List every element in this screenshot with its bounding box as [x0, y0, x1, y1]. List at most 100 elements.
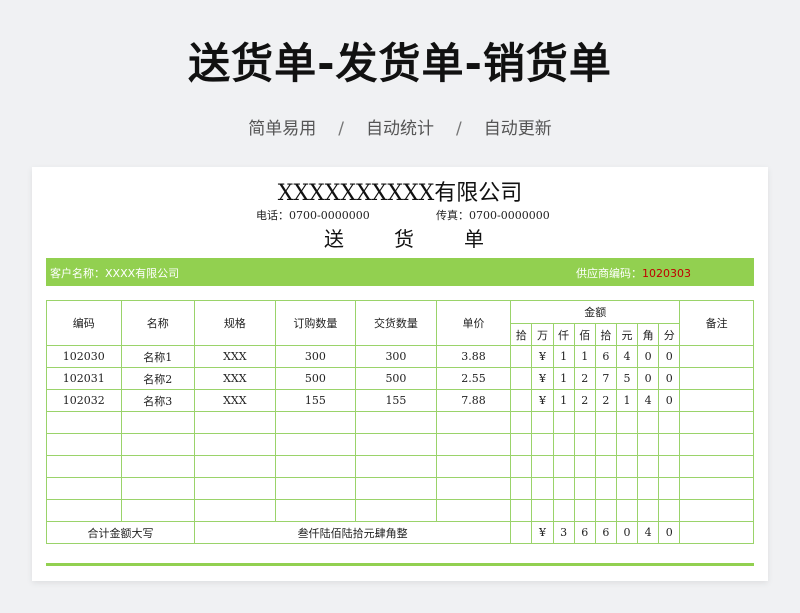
cell-spec: XXX: [194, 367, 276, 390]
cell-name: [120, 433, 196, 456]
cell-amount-digit: [594, 477, 617, 500]
amount-unit-header: 万: [531, 323, 554, 346]
cell-amount-digit: 1: [552, 345, 575, 368]
header-remark: 备注: [679, 300, 754, 346]
total-digit: [510, 521, 533, 544]
cell-amount-digit: [573, 499, 596, 522]
cell-amount-digit: 0: [658, 345, 681, 368]
cell-amount-digit: [531, 411, 554, 434]
cell-order-qty: [274, 411, 357, 434]
cell-deliver-qty: 500: [355, 367, 437, 390]
table-row: 102030 名称1 XXX 300 300 3.88 ¥1 1 6 4 0 0: [46, 345, 754, 368]
cell-spec: [194, 433, 276, 456]
delivery-table: 编码 名称 规格 订购数量 交货数量 单价 金额 备注 拾 万 仟 佰 拾 元 …: [45, 300, 754, 544]
cell-amount-digit: [573, 477, 596, 500]
cell-amount-digit: 6: [594, 345, 617, 368]
cell-deliver-qty: 155: [355, 389, 437, 412]
cell-amount-digit: [615, 411, 639, 434]
cell-code: 102030: [46, 345, 122, 368]
cell-price: [435, 411, 512, 434]
cell-amount-digit: [510, 411, 533, 434]
header-amount: 金额: [510, 300, 681, 324]
cell-amount-digit: 0: [637, 367, 660, 390]
header-deliver-qty: 交货数量: [355, 300, 437, 346]
table-row: 102031 名称2 XXX 500 500 2.55 ¥1 2 7 5 0 0: [46, 367, 754, 390]
amount-unit-header: 分: [658, 323, 681, 346]
page-title: 送货单-发货单-销货单: [188, 39, 612, 88]
amount-unit-header: 拾: [510, 323, 533, 346]
amount-unit-header: 仟: [552, 323, 575, 346]
cell-order-qty: 300: [274, 345, 357, 368]
cell-amount-digit: [658, 433, 681, 456]
header-name: 名称: [120, 300, 196, 346]
cell-amount-digit: ¥: [531, 345, 554, 368]
cell-amount-digit: 2: [594, 389, 617, 412]
cell-amount-digit: [531, 433, 554, 456]
cell-code: [46, 411, 122, 434]
cell-amount-digit: [531, 499, 554, 522]
cell-spec: [194, 455, 276, 478]
cell-amount-digit: [594, 455, 617, 478]
cell-amount-digit: [615, 477, 639, 500]
cell-amount-digit: 4: [615, 345, 639, 368]
cell-code: [46, 477, 122, 500]
company-name: XXXXXXXXXX有限公司: [277, 181, 523, 206]
cell-amount-digit: [510, 389, 533, 412]
cell-amount-digit: [637, 499, 660, 522]
cell-amount-digit: [594, 411, 617, 434]
cell-amount-digit: [510, 455, 533, 478]
cell-amount-digit: [510, 477, 533, 500]
cell-remark: [679, 367, 754, 390]
cell-price: [435, 433, 512, 456]
feature-easy: 简单易用: [248, 119, 317, 139]
amount-unit-header: 拾: [594, 323, 617, 346]
cell-amount-digit: [615, 433, 639, 456]
cell-name: [120, 499, 196, 522]
cell-spec: [194, 499, 276, 522]
header-spec: 规格: [194, 300, 276, 346]
cell-amount-digit: [615, 499, 639, 522]
cell-deliver-qty: 300: [355, 345, 437, 368]
header-code: 编码: [46, 300, 122, 346]
cell-amount-digit: [510, 433, 533, 456]
cell-remark: [679, 433, 754, 456]
cell-amount-digit: [594, 499, 617, 522]
table-row: 102032 名称3 XXX 155 155 7.88 ¥1 2 2 1 4 0: [46, 389, 754, 412]
header-price: 单价: [435, 300, 512, 346]
total-label: 合计金额大写: [45, 521, 196, 544]
cell-deliver-qty: [355, 499, 437, 522]
cell-name: 名称2: [120, 367, 196, 390]
amount-unit-header: 角: [637, 323, 660, 346]
feature-line: 简单易用 / 自动统计 / 自动更新: [0, 114, 800, 139]
cell-amount-digit: [552, 499, 575, 522]
cell-remark: [679, 345, 754, 368]
cell-name: [120, 411, 196, 434]
cell-amount-digit: [552, 433, 575, 456]
cell-price: [435, 477, 512, 500]
cell-amount-digit: [637, 411, 660, 434]
cell-remark: [679, 477, 754, 500]
total-digit: 6: [594, 521, 617, 544]
cell-amount-digit: 2: [573, 367, 596, 390]
cell-price: 3.88: [435, 345, 512, 368]
cell-amount-digit: 1: [552, 367, 575, 390]
separator: /: [338, 119, 344, 139]
cell-amount-digit: [637, 433, 660, 456]
cell-deliver-qty: [355, 411, 437, 434]
table-row: [46, 455, 754, 478]
total-digit: ¥: [531, 521, 554, 544]
cell-amount-digit: ¥: [531, 389, 554, 412]
cell-amount-digit: [552, 411, 575, 434]
total-digit: 3: [552, 521, 575, 544]
cell-amount-digit: [531, 477, 554, 500]
cell-code: [46, 433, 122, 456]
cell-amount-digit: ¥: [531, 367, 554, 390]
cell-amount-digit: 7: [594, 367, 617, 390]
cell-spec: XXX: [194, 345, 276, 368]
cell-amount-digit: 5: [615, 367, 639, 390]
table-row: [46, 499, 754, 522]
cell-amount-digit: 4: [637, 389, 660, 412]
cell-remark: [679, 389, 754, 412]
cell-amount-digit: [510, 345, 533, 368]
cell-amount-digit: [510, 367, 533, 390]
